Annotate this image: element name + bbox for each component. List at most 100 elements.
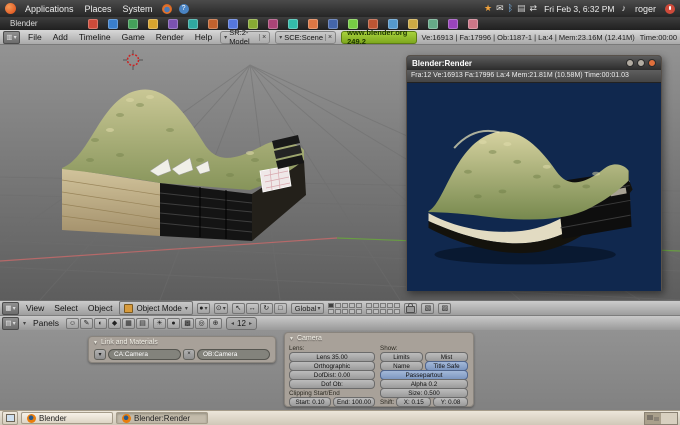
show-desktop-button[interactable] — [2, 411, 18, 425]
manipulator-rotate-icon[interactable]: ↻ — [260, 303, 273, 314]
render-preview-button[interactable]: ▧ — [421, 303, 434, 314]
user-menu[interactable]: roger — [633, 4, 658, 14]
clip-end-button[interactable]: End: 100.00 — [333, 397, 375, 407]
clip-start-button[interactable]: Start: 0.10 — [289, 397, 331, 407]
minimize-button[interactable] — [626, 59, 634, 67]
unlink-camera-button[interactable]: × — [183, 349, 195, 360]
workspace-2[interactable] — [661, 413, 677, 424]
viewport-window-type-button[interactable]: ▦ ▾ — [2, 302, 19, 315]
updates-icon[interactable]: ★ — [484, 0, 492, 17]
menu-select[interactable]: Select — [51, 303, 81, 313]
workspace-1[interactable] — [645, 413, 661, 424]
object-name-field[interactable]: OB:Camera — [197, 349, 270, 360]
buttons-window-type-button[interactable]: ▤ ▾ — [2, 317, 19, 330]
scene-icon[interactable]: ▤ — [136, 318, 149, 329]
launcher-icon[interactable] — [168, 19, 178, 29]
launcher-icon[interactable] — [228, 19, 238, 29]
layer-toggle[interactable] — [387, 303, 393, 308]
launcher-icon[interactable] — [328, 19, 338, 29]
panel-header[interactable]: ▼ Link and Materials — [88, 336, 276, 347]
shift-y-button[interactable]: Y: 0.08 — [433, 397, 468, 407]
launcher-icon[interactable] — [148, 19, 158, 29]
layer-toggle[interactable] — [387, 309, 393, 314]
object-icon[interactable]: ◆ — [108, 318, 121, 329]
browse-camera-button[interactable]: ▾ — [94, 349, 106, 360]
layer-toggle[interactable] — [366, 309, 372, 314]
launcher-icon[interactable] — [408, 19, 418, 29]
panel-header[interactable]: ▼ Camera — [284, 332, 474, 343]
version-button[interactable]: www.blender.org 249.2 — [341, 31, 416, 44]
taskbar-window-blender[interactable]: Blender — [21, 412, 113, 424]
frame-decrement-icon[interactable]: ◂ — [231, 320, 234, 327]
world-icon[interactable]: ⊕ — [209, 318, 222, 329]
launcher-icon[interactable] — [128, 19, 138, 29]
panel-collapse-icon[interactable]: ▼ — [289, 336, 294, 342]
render-canvas[interactable] — [407, 83, 661, 291]
panel-collapse-icon[interactable]: ▼ — [93, 340, 98, 346]
launcher-icon[interactable] — [368, 19, 378, 29]
layer-toggle[interactable] — [328, 303, 334, 308]
menu-help[interactable]: Help — [192, 32, 215, 42]
launcher-icon[interactable] — [288, 19, 298, 29]
layer-toggle[interactable] — [335, 309, 341, 314]
launcher-icon[interactable] — [308, 19, 318, 29]
menu-applications[interactable]: Applications — [23, 4, 76, 14]
launcher-icon[interactable] — [88, 19, 98, 29]
window-type-button[interactable]: ▥ ▾ — [3, 31, 20, 44]
menu-game[interactable]: Game — [119, 32, 148, 42]
volume-applet-icon[interactable]: ♪ — [621, 0, 626, 17]
menu-render[interactable]: Render — [153, 32, 187, 42]
draw-type-dropdown[interactable]: ● ▾ — [197, 303, 210, 314]
material-icon[interactable]: ● — [167, 318, 180, 329]
screen-selector[interactable]: ▾ SR:2-Model × — [220, 31, 270, 44]
layer-toggle[interactable] — [366, 303, 372, 308]
layer-toggle[interactable] — [394, 303, 400, 308]
mail-icon[interactable]: ✉ — [496, 0, 504, 17]
pivot-dropdown[interactable]: ⊙ ▾ — [214, 303, 228, 314]
launcher-icon[interactable] — [388, 19, 398, 29]
dof-object-field[interactable]: Dof Ob: — [289, 379, 375, 389]
menu-timeline[interactable]: Timeline — [76, 32, 114, 42]
help-icon[interactable]: ? — [179, 4, 189, 14]
menu-places[interactable]: Places — [83, 4, 114, 14]
scene-selector[interactable]: ▾ SCE:Scene × — [275, 31, 336, 44]
layer-toggle[interactable] — [349, 303, 355, 308]
render-window-titlebar[interactable]: Blender:Render — [407, 56, 661, 70]
panels-collapse-icon[interactable]: ▾ — [23, 320, 26, 327]
layer-toggle[interactable] — [373, 303, 379, 308]
taskbar-window-render[interactable]: Blender:Render — [116, 412, 208, 424]
manipulator-hand-icon[interactable]: ↖ — [232, 303, 245, 314]
layer-toggle[interactable] — [349, 309, 355, 314]
network-icon[interactable]: ⇄ — [530, 0, 538, 17]
texture-icon[interactable]: ▩ — [181, 318, 194, 329]
shift-x-button[interactable]: X: 0.15 — [396, 397, 431, 407]
camera-datablock-field[interactable]: CA:Camera — [108, 349, 181, 360]
layer-toggle[interactable] — [328, 309, 334, 314]
layer-toggle[interactable] — [380, 303, 386, 308]
bluetooth-icon[interactable]: ᛒ — [508, 0, 513, 17]
layer-toggle[interactable] — [394, 309, 400, 314]
script-icon[interactable]: ✎ — [80, 318, 93, 329]
frame-number-field[interactable]: ◂ 12 ▸ — [226, 317, 257, 330]
launcher-icon[interactable] — [248, 19, 258, 29]
launcher-icon[interactable] — [108, 19, 118, 29]
scene-delete-icon[interactable]: × — [325, 34, 332, 41]
manipulator-scale-icon[interactable]: □ — [274, 303, 287, 314]
editing-icon[interactable]: ▦ — [122, 318, 135, 329]
orientation-dropdown[interactable]: Global ▾ — [291, 303, 325, 314]
launcher-icon[interactable] — [448, 19, 458, 29]
layer-toggle[interactable] — [373, 309, 379, 314]
layer-toggle[interactable] — [380, 309, 386, 314]
layer-toggle[interactable] — [356, 309, 362, 314]
screen-delete-icon[interactable]: × — [259, 34, 266, 41]
clock[interactable]: Fri Feb 3, 6:32 PM — [544, 4, 614, 14]
lamp-icon[interactable]: ☀ — [153, 318, 166, 329]
lock-button[interactable] — [404, 303, 417, 314]
launcher-icon[interactable] — [428, 19, 438, 29]
launcher-icon[interactable] — [208, 19, 218, 29]
render-border-button[interactable]: ▨ — [438, 303, 451, 314]
menu-view[interactable]: View — [23, 303, 47, 313]
manipulator-translate-icon[interactable]: ↔ — [246, 303, 259, 314]
layer-toggle[interactable] — [342, 303, 348, 308]
layer-toggle[interactable] — [342, 309, 348, 314]
